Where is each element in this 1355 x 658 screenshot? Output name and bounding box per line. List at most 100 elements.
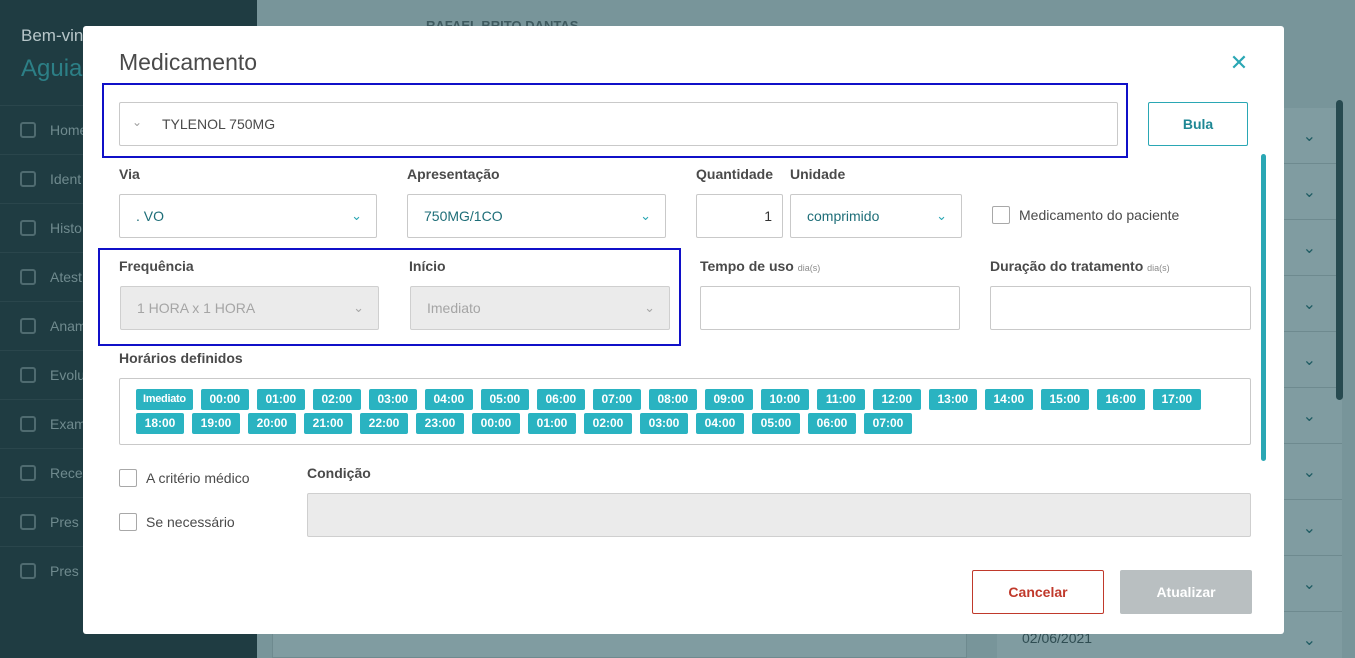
horario-chip: 23:00 bbox=[416, 413, 464, 434]
horario-chip: 00:00 bbox=[472, 413, 520, 434]
inicio-label: Início bbox=[409, 258, 446, 274]
horario-chip: 02:00 bbox=[312, 389, 361, 410]
sidebar-item-label: Histo bbox=[50, 220, 82, 236]
page-scrollbar[interactable] bbox=[1336, 100, 1343, 400]
tempo-uso-input[interactable] bbox=[700, 286, 960, 330]
cancel-button[interactable]: Cancelar bbox=[972, 570, 1104, 614]
quantidade-label: Quantidade bbox=[696, 166, 774, 182]
criterio-medico-checkbox[interactable]: A critério médico bbox=[119, 469, 249, 487]
horario-chip: 11:00 bbox=[816, 389, 865, 410]
apresentacao-select[interactable]: 750MG/1CO ⌄ bbox=[407, 194, 666, 238]
update-button[interactable]: Atualizar bbox=[1120, 570, 1252, 614]
medication-select[interactable]: ⌄ TYLENOL 750MG bbox=[119, 102, 1118, 146]
chevron-down-icon[interactable]: ⌄ bbox=[1303, 126, 1316, 146]
chevron-down-icon[interactable]: ⌄ bbox=[1303, 574, 1316, 594]
horario-chip: 20:00 bbox=[248, 413, 296, 434]
welcome-text: Bem-vin bbox=[21, 26, 84, 45]
chevron-down-icon: ⌄ bbox=[644, 300, 655, 315]
frequencia-select[interactable]: 1 HORA x 1 HORA ⌄ bbox=[120, 286, 379, 330]
chevron-down-icon: ⌄ bbox=[132, 115, 143, 129]
modal-scrollbar[interactable] bbox=[1261, 154, 1266, 461]
chevron-down-icon: ⌄ bbox=[351, 208, 362, 223]
sidebar-item-label: Pres bbox=[50, 514, 79, 530]
horario-chip: 02:00 bbox=[584, 413, 632, 434]
tempo-uso-label: Tempo de uso dia(s) bbox=[700, 258, 820, 274]
checkbox-box[interactable] bbox=[119, 513, 137, 531]
chevron-down-icon[interactable]: ⌄ bbox=[1303, 406, 1316, 426]
horario-chip: 01:00 bbox=[256, 389, 305, 410]
horario-chip: 14:00 bbox=[984, 389, 1033, 410]
chevron-down-icon[interactable]: ⌄ bbox=[1303, 238, 1316, 258]
horarios-label: Horários definidos bbox=[119, 350, 243, 366]
chevron-down-icon: ⌄ bbox=[353, 300, 364, 315]
quantidade-value: 1 bbox=[764, 208, 772, 224]
horario-chip: 22:00 bbox=[360, 413, 408, 434]
se-necessario-label: Se necessário bbox=[146, 514, 235, 530]
horario-chip: Imediato bbox=[136, 389, 193, 410]
horario-chip: 17:00 bbox=[1152, 389, 1201, 410]
menu-icon bbox=[20, 514, 36, 530]
menu-icon bbox=[20, 465, 36, 481]
horario-chip: 04:00 bbox=[424, 389, 473, 410]
sidebar-item-label: Evolu bbox=[50, 367, 86, 383]
bula-button[interactable]: Bula bbox=[1148, 102, 1248, 146]
horario-chip: 13:00 bbox=[928, 389, 977, 410]
horario-chip: 18:00 bbox=[136, 413, 184, 434]
chevron-down-icon: ⌄ bbox=[936, 208, 947, 223]
horario-chip: 16:00 bbox=[1096, 389, 1145, 410]
horario-chip: 03:00 bbox=[640, 413, 688, 434]
tempo-uso-label-text: Tempo de uso bbox=[700, 258, 794, 274]
horario-chip: 21:00 bbox=[304, 413, 352, 434]
inicio-value: Imediato bbox=[427, 300, 481, 316]
horario-chip: 01:00 bbox=[528, 413, 576, 434]
horario-chip: 05:00 bbox=[480, 389, 529, 410]
chevron-down-icon[interactable]: ⌄ bbox=[1303, 518, 1316, 538]
sidebar-item-label: Home bbox=[50, 122, 88, 138]
menu-icon bbox=[20, 416, 36, 432]
apresentacao-label: Apresentação bbox=[407, 166, 500, 182]
duracao-unit: dia(s) bbox=[1147, 263, 1170, 273]
horario-chip: 10:00 bbox=[760, 389, 809, 410]
chevron-down-icon[interactable]: ⌄ bbox=[1303, 350, 1316, 370]
medication-modal: Medicamento ✕ ⌄ TYLENOL 750MG Bula Via .… bbox=[83, 26, 1284, 634]
unidade-select[interactable]: comprimido ⌄ bbox=[790, 194, 962, 238]
chevron-down-icon[interactable]: ⌄ bbox=[1303, 630, 1316, 650]
horario-chip: 07:00 bbox=[592, 389, 641, 410]
horario-chip: 19:00 bbox=[192, 413, 240, 434]
chevron-down-icon: ⌄ bbox=[640, 208, 651, 223]
inicio-select[interactable]: Imediato ⌄ bbox=[410, 286, 670, 330]
medicamento-paciente-checkbox[interactable]: Medicamento do paciente bbox=[992, 206, 1179, 224]
unidade-value: comprimido bbox=[807, 208, 880, 224]
quantidade-input[interactable]: 1 bbox=[696, 194, 783, 238]
sidebar-item-label: Anam bbox=[50, 318, 87, 334]
horario-chip: 06:00 bbox=[536, 389, 585, 410]
chevron-down-icon[interactable]: ⌄ bbox=[1303, 182, 1316, 202]
frequencia-value: 1 HORA x 1 HORA bbox=[137, 300, 256, 316]
via-select[interactable]: . VO ⌄ bbox=[119, 194, 377, 238]
horario-chip: 06:00 bbox=[808, 413, 856, 434]
horario-chip: 09:00 bbox=[704, 389, 753, 410]
condicao-label: Condição bbox=[307, 465, 371, 481]
user-name: Aguia bbox=[21, 55, 83, 82]
chevron-down-icon[interactable]: ⌄ bbox=[1303, 294, 1316, 314]
via-label: Via bbox=[119, 166, 140, 182]
menu-icon bbox=[20, 220, 36, 236]
horario-chip: 08:00 bbox=[648, 389, 697, 410]
se-necessario-checkbox[interactable]: Se necessário bbox=[119, 513, 235, 531]
condicao-input[interactable] bbox=[307, 493, 1251, 537]
sidebar-item-label: Rece bbox=[50, 465, 83, 481]
horario-chip: 04:00 bbox=[696, 413, 744, 434]
checkbox-box[interactable] bbox=[992, 206, 1010, 224]
sidebar-item-label: Exam bbox=[50, 416, 86, 432]
medication-value: TYLENOL 750MG bbox=[162, 116, 276, 132]
checkbox-box[interactable] bbox=[119, 469, 137, 487]
chevron-down-icon[interactable]: ⌄ bbox=[1303, 462, 1316, 482]
menu-icon bbox=[20, 122, 36, 138]
medicamento-paciente-label: Medicamento do paciente bbox=[1019, 207, 1180, 223]
horario-chip: 15:00 bbox=[1040, 389, 1089, 410]
menu-icon bbox=[20, 318, 36, 334]
sidebar-item-label: Ident bbox=[50, 171, 82, 187]
horario-chip: 03:00 bbox=[368, 389, 417, 410]
close-icon[interactable]: ✕ bbox=[1228, 52, 1250, 74]
duracao-input[interactable] bbox=[990, 286, 1251, 330]
